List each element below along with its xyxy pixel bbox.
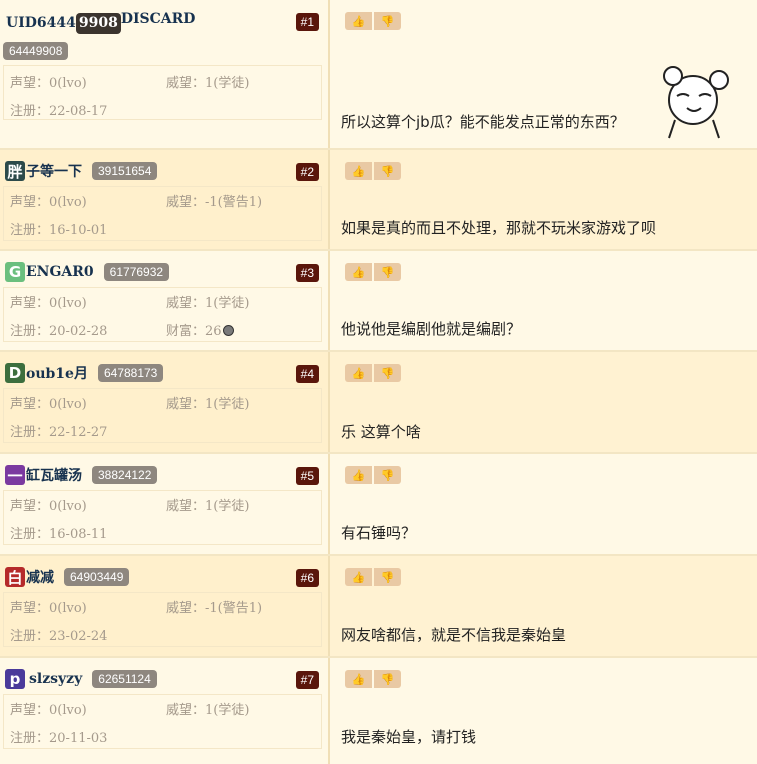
user-stats: 声望：0(lvo) 威望：1(学徒) 注册：20-11-03 [3, 694, 322, 749]
reputation: 声望：0(lvo) [10, 76, 87, 91]
username[interactable]: oub1e月 [26, 363, 88, 383]
post-5: 一 缸瓦罐汤 38824122 #5 声望：0(lvo) 威望：1(学徒) 注册… [0, 454, 757, 556]
uid-badge[interactable]: 64903449 [64, 568, 130, 586]
uid-badge[interactable]: 38824122 [92, 466, 158, 484]
register-date: 注册：20-11-03 [10, 731, 108, 746]
thumbs-up-icon[interactable]: 👍 [345, 670, 372, 688]
avatar[interactable]: D [5, 363, 25, 383]
prestige: 威望：1(学徒) [166, 76, 250, 91]
prestige: 威望：-1(警告1) [166, 601, 263, 616]
register-date: 注册：20-02-28 [10, 324, 108, 339]
user-stats: 声望：0(lvo) 威望：1(学徒) 注册：22-08-17 [3, 65, 322, 120]
user-stats: 声望：0(lvo) 威望：1(学徒) 注册：22-12-27 [3, 388, 322, 443]
floor-number[interactable]: #7 [295, 671, 319, 689]
user-stats: 声望：0(lvo) 威望：-1(警告1) 注册：16-10-01 [3, 186, 322, 241]
thumbs-up-icon[interactable]: 👍 [345, 466, 372, 484]
reputation: 声望：0(lvo) [10, 397, 87, 412]
post-content: 他说他是编剧他就是编剧？ [341, 320, 522, 338]
register-date: 注册：23-02-24 [10, 629, 108, 644]
user-stats: 声望：0(lvo) 威望：1(学徒) 注册：16-08-11 [3, 490, 322, 545]
post-content: 乐 这算个啥 [341, 423, 421, 441]
username[interactable]: ENGAR0 [26, 264, 94, 280]
uid-highlight: 9908 [75, 12, 121, 34]
reputation: 声望：0(lvo) [10, 703, 87, 718]
username[interactable]: slzsyzy [29, 671, 82, 687]
avatar[interactable]: p [5, 669, 25, 689]
floor-number[interactable]: #6 [295, 569, 319, 587]
post-6: 白 减减 64903449 #6 声望：0(lvo) 威望：-1(警告1) 注册… [0, 556, 757, 658]
thumbs-down-icon[interactable]: 👎 [374, 466, 401, 484]
post-content: 网友啥都信，就是不信我是秦始皇 [341, 626, 567, 644]
avatar[interactable]: G [5, 262, 25, 282]
thumbs-down-icon[interactable]: 👎 [374, 12, 401, 30]
user-info-panel: G ENGAR0 61776932 #3 声望：0(lvo) 威望：1(学徒) … [0, 251, 330, 350]
thumbs-up-icon[interactable]: 👍 [345, 12, 372, 30]
avatar[interactable]: 胖 [5, 161, 25, 181]
post-4: D oub1e月 64788173 #4 声望：0(lvo) 威望：1(学徒) … [0, 352, 757, 454]
avatar[interactable]: 一 [5, 465, 25, 485]
user-info-panel: 胖 子等一下 39151654 #2 声望：0(lvo) 威望：-1(警告1) … [0, 150, 330, 249]
user-info-panel: UID6444 9908 DISCARD #1 64449908 声望：0(lv… [0, 0, 330, 148]
floor-number[interactable]: #2 [295, 163, 319, 181]
post-2: 胖 子等一下 39151654 #2 声望：0(lvo) 威望：-1(警告1) … [0, 150, 757, 251]
sticker-image [663, 66, 729, 139]
floor-number[interactable]: #1 [295, 13, 319, 31]
username[interactable]: 缸瓦罐汤 [26, 465, 82, 485]
uid-badge[interactable]: 39151654 [92, 162, 158, 180]
username[interactable]: 子等一下 [26, 161, 82, 181]
user-stats: 声望：0(lvo) 威望：1(学徒) 注册：20-02-28 财富：26 [3, 287, 322, 342]
user-stats: 声望：0(lvo) 威望：-1(警告1) 注册：23-02-24 [3, 592, 322, 647]
thumbs-down-icon[interactable]: 👎 [374, 364, 401, 382]
post-1: UID6444 9908 DISCARD #1 64449908 声望：0(lv… [0, 0, 757, 150]
thumbs-up-icon[interactable]: 👍 [345, 568, 372, 586]
uid-badge[interactable]: 62651124 [92, 670, 157, 688]
register-date: 注册：22-08-17 [10, 104, 108, 119]
username-suffix[interactable]: DISCARD [121, 11, 196, 27]
user-info-panel: 一 缸瓦罐汤 38824122 #5 声望：0(lvo) 威望：1(学徒) 注册… [0, 454, 330, 554]
user-info-panel: D oub1e月 64788173 #4 声望：0(lvo) 威望：1(学徒) … [0, 352, 330, 452]
wealth: 财富：26 [166, 320, 234, 339]
username[interactable]: 减减 [26, 567, 54, 587]
reputation: 声望：0(lvo) [10, 499, 87, 514]
floor-number[interactable]: #5 [295, 467, 319, 485]
post-7: p slzsyzy 62651124 #7 声望：0(lvo) 威望：1(学徒)… [0, 658, 757, 764]
uid-badge[interactable]: 61776932 [103, 263, 170, 281]
uid-badge[interactable]: 64788173 [97, 364, 164, 382]
register-date: 注册：16-10-01 [10, 223, 108, 238]
thumbs-up-icon[interactable]: 👍 [345, 263, 372, 281]
prestige: 威望：1(学徒) [166, 703, 250, 718]
user-info-panel: 白 减减 64903449 #6 声望：0(lvo) 威望：-1(警告1) 注册… [0, 556, 330, 656]
post-3: G ENGAR0 61776932 #3 声望：0(lvo) 威望：1(学徒) … [0, 251, 757, 352]
prestige: 威望：1(学徒) [166, 499, 250, 514]
register-date: 注册：16-08-11 [10, 527, 108, 542]
post-content: 所以这算个jb瓜？能不能发点正常的东西？ [341, 113, 625, 131]
user-info-panel: p slzsyzy 62651124 #7 声望：0(lvo) 威望：1(学徒)… [0, 658, 330, 764]
coin-icon [222, 325, 234, 336]
thumbs-up-icon[interactable]: 👍 [345, 162, 372, 180]
post-content: 如果是真的而且不处理，那就不玩米家游戏了呗 [341, 219, 657, 237]
thumbs-down-icon[interactable]: 👎 [374, 670, 401, 688]
post-content: 有石锤吗？ [341, 524, 417, 542]
floor-number[interactable]: #4 [295, 365, 319, 383]
thumbs-down-icon[interactable]: 👎 [374, 568, 401, 586]
reputation: 声望：0(lvo) [10, 296, 87, 311]
floor-number[interactable]: #3 [295, 264, 319, 282]
prestige: 威望：1(学徒) [166, 397, 250, 412]
uid-badge[interactable]: 64449908 [3, 42, 69, 60]
thumbs-down-icon[interactable]: 👎 [374, 263, 401, 281]
thumbs-up-icon[interactable]: 👍 [345, 364, 372, 382]
username[interactable]: UID6444 [6, 15, 76, 31]
reputation: 声望：0(lvo) [10, 601, 87, 616]
prestige: 威望：1(学徒) [166, 296, 250, 311]
thumbs-down-icon[interactable]: 👎 [374, 162, 401, 180]
post-content: 我是秦始皇，请打钱 [341, 728, 477, 746]
avatar[interactable]: 白 [5, 567, 25, 587]
register-date: 注册：22-12-27 [10, 425, 108, 440]
prestige: 威望：-1(警告1) [166, 195, 263, 210]
reputation: 声望：0(lvo) [10, 195, 87, 210]
